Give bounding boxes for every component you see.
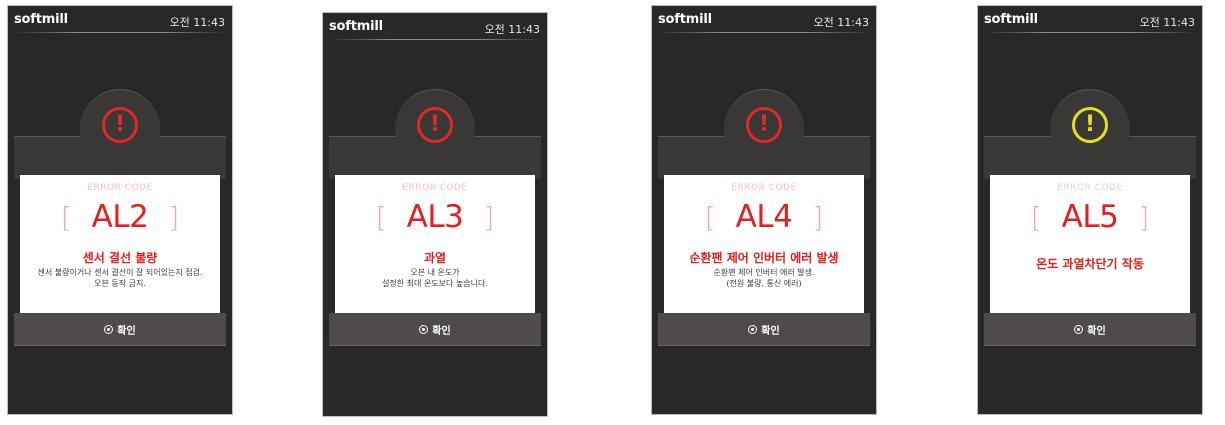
bracket-open: [ xyxy=(375,200,387,234)
error-code-row: [ AL5 ] xyxy=(990,197,1190,237)
error-description-line-2: 설정한 최대 온도보다 높습니다. xyxy=(382,279,488,288)
status-clock: 오전 11:43 xyxy=(169,16,225,29)
warning-glyph: ! xyxy=(1084,112,1096,137)
error-title: 센서 결선 불량 xyxy=(82,251,158,265)
confirm-label: 확인 xyxy=(432,325,451,337)
status-clock: 오전 11:43 xyxy=(813,16,869,29)
bracket-close: ] xyxy=(1138,200,1150,234)
error-dialog: ERROR CODE [ AL5 ] 온도 과열차단기 작동 xyxy=(990,175,1190,313)
status-divider xyxy=(984,32,1196,33)
bracket-open: [ xyxy=(60,200,72,234)
error-dialog: ERROR CODE [ AL2 ] 센서 결선 불량 센서 불량이거나 센서 … xyxy=(20,175,220,313)
status-clock: 오전 11:43 xyxy=(1139,16,1195,29)
bracket-open: [ xyxy=(704,200,716,234)
error-code-caption: ERROR CODE xyxy=(87,183,153,193)
error-code-row: [ AL3 ] xyxy=(335,197,535,237)
status-bar: softmill 오전 11:43 xyxy=(8,6,232,36)
confirm-label: 확인 xyxy=(117,325,136,337)
brand-logo: softmill xyxy=(984,12,1038,27)
error-description-line-1: 순환팬 제어 인버터 에러 발생. xyxy=(713,268,815,277)
status-bar: softmill 오전 11:43 xyxy=(652,6,876,36)
phone-screen-al4: softmill 오전 11:43 ! ERROR CODE [ AL4 ] 순… xyxy=(651,5,877,415)
bracket-close: ] xyxy=(168,200,180,234)
radio-selected-icon xyxy=(748,324,758,334)
status-clock: 오전 11:43 xyxy=(484,23,540,36)
error-code-caption: ERROR CODE xyxy=(1057,183,1123,193)
confirm-label: 확인 xyxy=(761,325,780,337)
confirm-button[interactable]: 확인 xyxy=(329,313,541,346)
status-bar: softmill 오전 11:43 xyxy=(323,13,547,43)
error-description-line-1: 오븐 내 온도가 xyxy=(410,268,460,277)
error-description-line-2: (전원 불량, 통신 에러) xyxy=(726,279,802,288)
alert-icon: ! xyxy=(417,107,453,143)
radio-selected-icon xyxy=(1074,324,1084,334)
error-code-row: [ AL4 ] xyxy=(664,197,864,237)
status-divider xyxy=(14,32,226,33)
error-code-caption: ERROR CODE xyxy=(731,183,797,193)
radio-selected-icon xyxy=(104,324,114,334)
error-title: 온도 과열차단기 작동 xyxy=(1036,257,1144,271)
alert-glyph: ! xyxy=(758,112,770,137)
error-code: AL4 xyxy=(735,199,793,235)
phone-screen-al5: softmill 오전 11:43 ! ERROR CODE [ AL5 ] 온… xyxy=(977,5,1203,415)
confirm-button[interactable]: 확인 xyxy=(658,313,870,346)
error-code: AL3 xyxy=(406,199,464,235)
phone-screen-al3: softmill 오전 11:43 ! ERROR CODE [ AL3 ] 과… xyxy=(322,12,548,417)
brand-logo: softmill xyxy=(14,12,68,27)
brand-logo: softmill xyxy=(329,19,383,34)
error-code: AL2 xyxy=(91,199,149,235)
alert-glyph: ! xyxy=(429,112,441,137)
phone-screen-al2: softmill 오전 11:43 ! ERROR CODE [ AL2 ] 센… xyxy=(7,5,233,415)
radio-selected-icon xyxy=(419,324,429,334)
error-description-line-2: 오븐 동작 금지. xyxy=(94,279,146,288)
confirm-label: 확인 xyxy=(1087,325,1106,337)
confirm-button[interactable]: 확인 xyxy=(14,313,226,346)
brand-logo: softmill xyxy=(658,12,712,27)
error-code-row: [ AL2 ] xyxy=(20,197,220,237)
error-code: AL5 xyxy=(1061,199,1119,235)
bracket-open: [ xyxy=(1030,200,1042,234)
warning-icon: ! xyxy=(1072,107,1108,143)
error-dialog: ERROR CODE [ AL3 ] 과열 오븐 내 온도가 설정한 최대 온도… xyxy=(335,175,535,313)
bracket-close: ] xyxy=(483,200,495,234)
status-divider xyxy=(329,39,541,40)
error-title: 과열 xyxy=(423,251,447,265)
status-divider xyxy=(658,32,870,33)
alert-glyph: ! xyxy=(114,112,126,137)
alert-icon: ! xyxy=(102,107,138,143)
error-dialog: ERROR CODE [ AL4 ] 순환팬 제어 인버터 에러 발생 순환팬 … xyxy=(664,175,864,313)
error-title: 순환팬 제어 인버터 에러 발생 xyxy=(689,251,839,265)
status-bar: softmill 오전 11:43 xyxy=(978,6,1202,36)
bracket-close: ] xyxy=(812,200,824,234)
error-code-caption: ERROR CODE xyxy=(402,183,468,193)
alert-icon: ! xyxy=(746,107,782,143)
confirm-button[interactable]: 확인 xyxy=(984,313,1196,346)
error-description-line-1: 센서 불량이거나 센서 결선이 잘 되어있는지 점검. xyxy=(37,268,203,277)
